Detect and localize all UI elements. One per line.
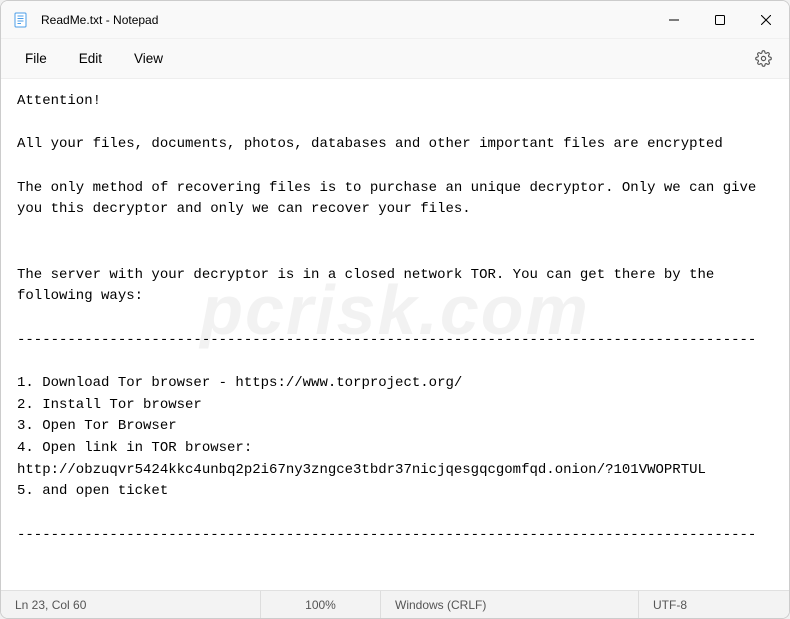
status-encoding: UTF-8	[639, 591, 789, 618]
notepad-icon	[13, 12, 29, 28]
status-zoom[interactable]: 100%	[261, 591, 381, 618]
menu-file[interactable]: File	[9, 45, 63, 72]
menubar: File Edit View	[1, 39, 789, 79]
document-text: Attention! All your files, documents, ph…	[17, 93, 765, 590]
window-title: ReadMe.txt - Notepad	[41, 13, 651, 27]
minimize-button[interactable]	[651, 1, 697, 38]
titlebar: ReadMe.txt - Notepad	[1, 1, 789, 39]
settings-button[interactable]	[745, 43, 781, 75]
statusbar: Ln 23, Col 60 100% Windows (CRLF) UTF-8	[1, 590, 789, 618]
window-controls	[651, 1, 789, 38]
close-button[interactable]	[743, 1, 789, 38]
menu-edit[interactable]: Edit	[63, 45, 118, 72]
menu-view[interactable]: View	[118, 45, 179, 72]
status-position: Ln 23, Col 60	[1, 591, 261, 618]
text-area[interactable]: Attention! All your files, documents, ph…	[1, 79, 789, 590]
notepad-window: ReadMe.txt - Notepad File Edit View Atte…	[0, 0, 790, 619]
maximize-button[interactable]	[697, 1, 743, 38]
status-line-ending: Windows (CRLF)	[381, 591, 639, 618]
